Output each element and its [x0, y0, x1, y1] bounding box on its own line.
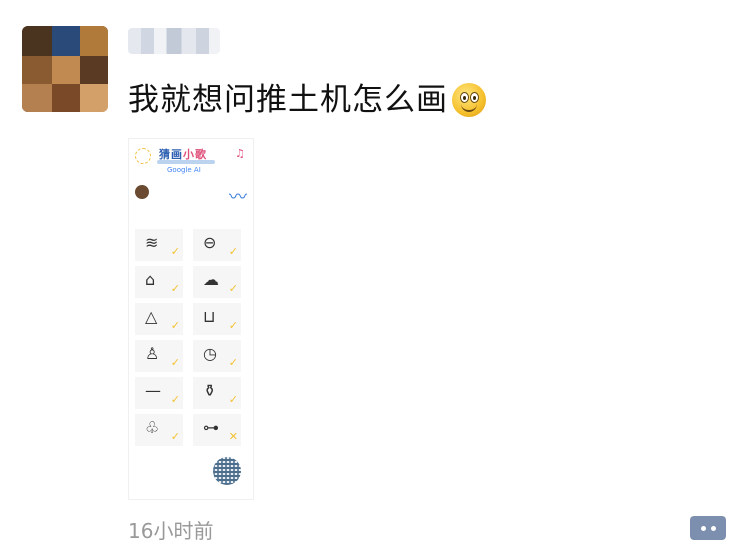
check-icon: ✓	[228, 245, 238, 258]
google-ai-brand: Google AI	[167, 166, 201, 174]
check-icon: ✓	[228, 319, 238, 332]
drawing-cell: ≋ ✓	[135, 229, 183, 261]
cross-icon: ✕	[228, 430, 238, 443]
check-icon: ✓	[228, 282, 238, 295]
drawing-cell: ◷ ✓	[193, 340, 241, 372]
sun-icon	[135, 148, 151, 164]
dot-icon	[700, 525, 706, 531]
drawing-cell: △ ✓	[135, 303, 183, 335]
check-icon: ✓	[228, 356, 238, 369]
drawing-cell: ⊖ ✓	[193, 229, 241, 261]
check-icon: ✓	[170, 245, 180, 258]
smiling-face-emoji-icon	[452, 83, 486, 117]
title-underline	[157, 160, 215, 164]
avatar[interactable]	[22, 26, 108, 112]
comment-button[interactable]	[690, 516, 726, 540]
post-text: 我就想问推土机怎么画	[128, 80, 486, 120]
check-icon: ✓	[228, 393, 238, 406]
drawing-cell: ⚱ ✓	[193, 377, 241, 409]
drawing-cell: — ✓	[135, 377, 183, 409]
sketch-doodle-icon: 〰	[229, 187, 247, 208]
shared-image-thumbnail[interactable]: 猜画小歌 ♫ Google AI 〰 ≋ ✓ ⊖ ✓ ⌂ ✓ ☁ ✓ △ ✓ ⊔	[128, 138, 254, 500]
check-icon: ✓	[170, 430, 180, 443]
check-icon: ✓	[170, 393, 180, 406]
music-note-icon: ♫	[235, 147, 245, 160]
qr-code-icon	[213, 457, 241, 485]
dot-icon	[710, 525, 716, 531]
check-icon: ✓	[170, 282, 180, 295]
check-icon: ✓	[170, 356, 180, 369]
drawing-cell: ⌂ ✓	[135, 266, 183, 298]
mini-avatar	[135, 185, 149, 199]
drawing-cell: ♧ ✓	[135, 414, 183, 446]
post-text-content: 我就想问推土机怎么画	[128, 82, 448, 118]
drawing-cell: ♙ ✓	[135, 340, 183, 372]
drawing-cell: ☁ ✓	[193, 266, 241, 298]
drawing-cell: ⊶ ✕	[193, 414, 241, 446]
check-icon: ✓	[170, 319, 180, 332]
drawing-cell: ⊔ ✓	[193, 303, 241, 335]
app-header: 猜画小歌 ♫	[129, 143, 253, 165]
username-blurred[interactable]	[128, 28, 220, 54]
